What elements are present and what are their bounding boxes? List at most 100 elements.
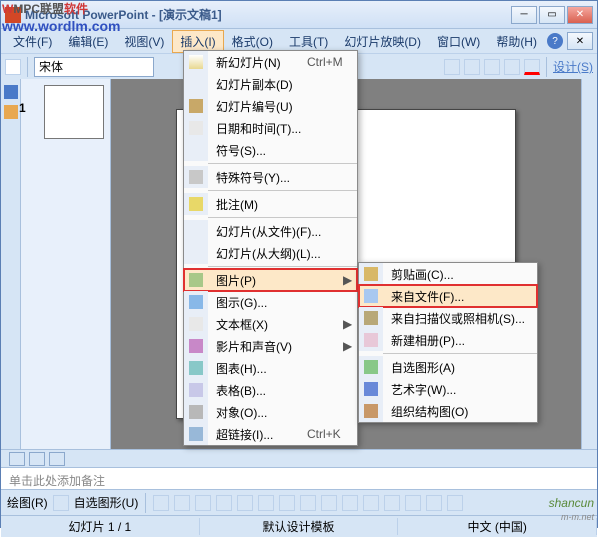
dash-style-icon[interactable] xyxy=(426,495,442,511)
autoshapes-menu[interactable]: 自选图形(U) xyxy=(74,494,139,511)
powerpoint-icon xyxy=(5,7,21,23)
line-color-icon[interactable] xyxy=(363,495,379,511)
window-title: Microsoft PowerPoint - [演示文稿1] xyxy=(25,6,511,23)
menu-item-label: 图片(P) xyxy=(208,272,343,289)
insert-menu-item-18[interactable]: 表格(B)... xyxy=(184,379,357,401)
menu-icon-column xyxy=(184,139,208,161)
notes-pane[interactable]: 单击此处添加备注 xyxy=(1,467,597,489)
insert-menu-item-14[interactable]: 图示(G)... xyxy=(184,291,357,313)
insert-menu-item-16[interactable]: 影片和声音(V)▶ xyxy=(184,335,357,357)
font-name: 宋体 xyxy=(39,58,63,75)
close-button[interactable]: ✕ xyxy=(567,6,593,24)
insert-menu-item-1[interactable]: 幻灯片副本(D) xyxy=(184,73,357,95)
line-icon[interactable] xyxy=(153,495,169,511)
menu-view[interactable]: 视图(V) xyxy=(116,30,172,53)
menu-item-label: 来自扫描仪或照相机(S)... xyxy=(383,310,537,327)
menu-help[interactable]: 帮助(H) xyxy=(488,30,545,53)
design-link[interactable]: 设计(S) xyxy=(553,58,593,75)
window-buttons: ─ ▭ ✕ xyxy=(511,6,593,24)
picture-submenu-item-2[interactable]: 来自扫描仪或照相机(S)... xyxy=(359,307,537,329)
wordart-icon[interactable] xyxy=(258,495,274,511)
picture-submenu-item-3[interactable]: 新建相册(P)... xyxy=(359,329,537,351)
picture-submenu-item-0[interactable]: 剪贴画(C)... xyxy=(359,263,537,285)
insert-menu-item-6[interactable]: 特殊符号(Y)... xyxy=(184,166,357,188)
insert-menu-item-0[interactable]: 新幻灯片(N)Ctrl+M xyxy=(184,51,357,73)
outline-tab-icon[interactable] xyxy=(4,85,18,99)
menu-item-label: 特殊符号(Y)... xyxy=(208,169,357,186)
menu-file[interactable]: 文件(F) xyxy=(5,30,60,53)
align-left-icon[interactable] xyxy=(464,59,480,75)
oval-icon[interactable] xyxy=(216,495,232,511)
textbox-icon[interactable] xyxy=(237,495,253,511)
line-style-icon[interactable] xyxy=(405,495,421,511)
insert-menu-item-10[interactable]: 幻灯片(从文件)(F)... xyxy=(184,220,357,242)
menu-item-label: 符号(S)... xyxy=(208,142,357,159)
bold-icon[interactable] xyxy=(444,59,460,75)
submenu-arrow-icon: ▶ xyxy=(343,317,357,331)
menu-window[interactable]: 窗口(W) xyxy=(429,30,488,53)
restore-button[interactable]: ▭ xyxy=(539,6,565,24)
view-switcher xyxy=(1,449,597,467)
statusbar: 幻灯片 1 / 1 默认设计模板 中文 (中国) xyxy=(1,515,597,537)
picture-submenu-item-7[interactable]: 组织结构图(O) xyxy=(359,400,537,422)
notes-placeholder: 单击此处添加备注 xyxy=(9,474,105,488)
rectangle-icon[interactable] xyxy=(195,495,211,511)
arrow-icon[interactable] xyxy=(174,495,190,511)
normal-view-icon[interactable] xyxy=(9,452,25,466)
insert-menu-item-15[interactable]: 文本框(X)▶ xyxy=(184,313,357,335)
slides-tab-icon[interactable] xyxy=(4,105,18,119)
menu-item-label: 批注(M) xyxy=(208,196,357,213)
ico-tbl xyxy=(189,383,203,397)
doc-close-button[interactable]: ✕ xyxy=(567,32,593,50)
insert-menu-item-4[interactable]: 符号(S)... xyxy=(184,139,357,161)
pointer-icon[interactable] xyxy=(53,495,69,511)
minimize-button[interactable]: ─ xyxy=(511,6,537,24)
ico-org xyxy=(364,404,378,418)
bullets-icon[interactable] xyxy=(504,59,520,75)
align-center-icon[interactable] xyxy=(484,59,500,75)
help-icon[interactable]: ? xyxy=(547,33,563,49)
ico-new xyxy=(189,55,203,69)
status-language: 中文 (中国) xyxy=(398,518,597,535)
menu-item-label: 艺术字(W)... xyxy=(383,381,537,398)
diagram-icon[interactable] xyxy=(279,495,295,511)
insert-menu-item-3[interactable]: 日期和时间(T)... xyxy=(184,117,357,139)
sorter-view-icon[interactable] xyxy=(29,452,45,466)
new-doc-icon[interactable] xyxy=(5,59,21,75)
menu-icon-column xyxy=(359,263,383,285)
menu-item-label: 幻灯片副本(D) xyxy=(208,76,357,93)
insert-menu-item-11[interactable]: 幻灯片(从大纲)(L)... xyxy=(184,242,357,264)
picture-submenu-item-1[interactable]: 来自文件(F)... xyxy=(359,285,537,307)
insert-menu-item-20[interactable]: 超链接(I)...Ctrl+K xyxy=(184,423,357,445)
insert-menu-item-2[interactable]: 幻灯片编号(U) xyxy=(184,95,357,117)
insert-menu-separator xyxy=(208,217,357,218)
menu-item-label: 超链接(I)... xyxy=(208,426,307,443)
picture-submenu-item-6[interactable]: 艺术字(W)... xyxy=(359,378,537,400)
menu-icon-column xyxy=(184,357,208,379)
menu-edit[interactable]: 编辑(E) xyxy=(60,30,116,53)
picture-submenu-item-5[interactable]: 自选图形(A) xyxy=(359,356,537,378)
insert-menu-item-19[interactable]: 对象(O)... xyxy=(184,401,357,423)
ico-scan xyxy=(364,311,378,325)
insert-menu-item-17[interactable]: 图表(H)... xyxy=(184,357,357,379)
font-color-icon[interactable] xyxy=(384,495,400,511)
menu-item-label: 幻灯片(从大纲)(L)... xyxy=(208,245,357,262)
arrow-style-icon[interactable] xyxy=(447,495,463,511)
menu-item-label: 新建相册(P)... xyxy=(383,332,537,349)
font-color-icon[interactable] xyxy=(524,59,540,75)
menu-icon-column xyxy=(184,335,208,357)
fill-color-icon[interactable] xyxy=(342,495,358,511)
slide-thumbnail-1[interactable] xyxy=(44,85,104,139)
font-selector[interactable]: 宋体 xyxy=(34,57,154,77)
divider xyxy=(27,57,28,77)
menu-icon-column xyxy=(184,313,208,335)
draw-menu[interactable]: 绘图(R) xyxy=(7,494,48,511)
clipart-icon[interactable] xyxy=(300,495,316,511)
ico-txt xyxy=(189,317,203,331)
insert-menu-item-13[interactable]: 图片(P)▶ xyxy=(184,269,357,291)
vertical-scrollbar[interactable] xyxy=(581,79,597,449)
menu-icon-column xyxy=(359,400,383,422)
insert-menu-item-8[interactable]: 批注(M) xyxy=(184,193,357,215)
picture-icon[interactable] xyxy=(321,495,337,511)
slideshow-view-icon[interactable] xyxy=(49,452,65,466)
